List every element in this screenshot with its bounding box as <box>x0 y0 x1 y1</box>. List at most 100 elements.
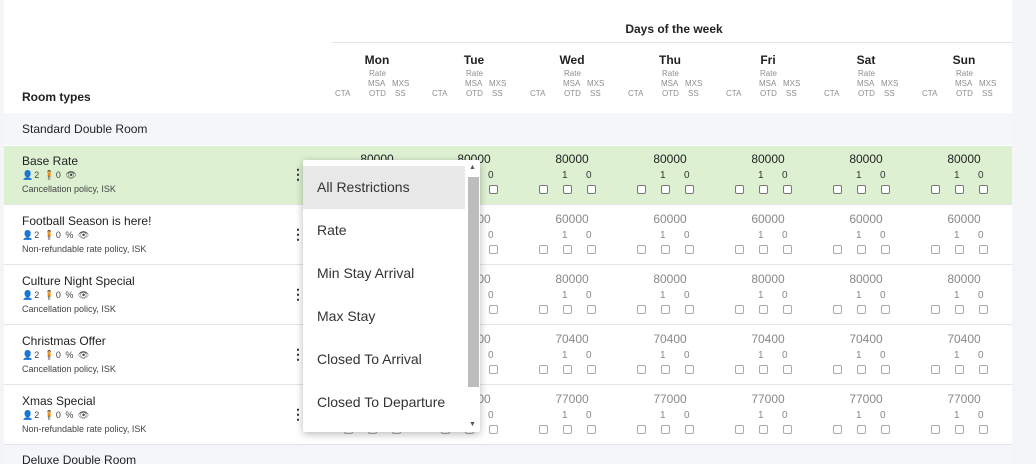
ctd-checkbox[interactable] <box>563 185 572 194</box>
day-cell[interactable]: 80000 1 0 <box>621 152 719 200</box>
dropdown-option[interactable]: Min Stay Arrival <box>303 252 465 295</box>
restrictions-dropdown[interactable]: All Restrictions Rate Min Stay Arrival Max … <box>303 160 480 432</box>
stop-sell-checkbox[interactable] <box>881 305 890 314</box>
min-stay-value[interactable]: 1 <box>856 170 862 181</box>
stop-sell-checkbox[interactable] <box>783 365 792 374</box>
ctd-checkbox[interactable] <box>661 185 670 194</box>
max-stay-value[interactable]: 0 <box>782 410 788 421</box>
max-stay-value[interactable]: 0 <box>684 350 690 361</box>
ctd-checkbox[interactable] <box>955 425 964 434</box>
day-cell[interactable]: 77000 1 0 <box>523 392 621 440</box>
cta-checkbox[interactable] <box>637 305 646 314</box>
max-stay-value[interactable]: 0 <box>880 350 886 361</box>
rate-value[interactable]: 80000 <box>719 152 817 166</box>
day-cell[interactable]: 60000 1 0 <box>817 212 915 260</box>
day-cell[interactable]: 77000 1 0 <box>621 392 719 440</box>
cta-checkbox[interactable] <box>833 425 842 434</box>
min-stay-value[interactable]: 1 <box>954 290 960 301</box>
cta-checkbox[interactable] <box>735 305 744 314</box>
day-cell[interactable]: 60000 1 0 <box>719 212 817 260</box>
min-stay-value[interactable]: 1 <box>660 290 666 301</box>
rate-value[interactable]: 70400 <box>523 332 621 346</box>
cta-checkbox[interactable] <box>833 245 842 254</box>
stop-sell-checkbox[interactable] <box>685 425 694 434</box>
max-stay-value[interactable]: 0 <box>586 230 592 241</box>
rate-value[interactable]: 60000 <box>719 212 817 226</box>
rate-value[interactable]: 80000 <box>915 272 1012 286</box>
ctd-checkbox[interactable] <box>955 305 964 314</box>
cta-checkbox[interactable] <box>637 425 646 434</box>
min-stay-value[interactable]: 1 <box>856 290 862 301</box>
cta-checkbox[interactable] <box>539 185 548 194</box>
ctd-checkbox[interactable] <box>955 365 964 374</box>
min-stay-value[interactable]: 1 <box>562 170 568 181</box>
ctd-checkbox[interactable] <box>563 425 572 434</box>
rate-value[interactable]: 77000 <box>621 392 719 406</box>
rate-plan-row[interactable]: Christmas Offer 👤2 🧍0 % 👁 Cancellation pol… <box>4 326 1012 385</box>
stop-sell-checkbox[interactable] <box>783 425 792 434</box>
day-cell[interactable]: 77000 1 0 <box>817 392 915 440</box>
rate-value[interactable]: 60000 <box>523 212 621 226</box>
rate-value[interactable]: 77000 <box>817 392 915 406</box>
scroll-down-arrow-icon[interactable]: ▼ <box>469 421 476 428</box>
day-cell[interactable]: 70400 1 0 <box>915 332 1012 380</box>
min-stay-value[interactable]: 1 <box>562 290 568 301</box>
rate-value[interactable]: 60000 <box>817 212 915 226</box>
rate-plan-row[interactable]: Culture Night Special 👤2 🧍0 % 👁 Cancellati… <box>4 266 1012 325</box>
stop-sell-checkbox[interactable] <box>783 245 792 254</box>
day-cell[interactable]: 80000 1 0 <box>523 152 621 200</box>
day-cell[interactable]: 77000 1 0 <box>719 392 817 440</box>
ctd-checkbox[interactable] <box>661 305 670 314</box>
stop-sell-checkbox[interactable] <box>587 245 596 254</box>
stop-sell-checkbox[interactable] <box>489 425 498 434</box>
cta-checkbox[interactable] <box>931 305 940 314</box>
day-cell[interactable]: 80000 1 0 <box>523 272 621 320</box>
stop-sell-checkbox[interactable] <box>979 305 988 314</box>
day-cell[interactable]: 80000 1 0 <box>621 272 719 320</box>
stop-sell-checkbox[interactable] <box>489 365 498 374</box>
rate-value[interactable]: 80000 <box>817 272 915 286</box>
ctd-checkbox[interactable] <box>759 305 768 314</box>
rate-value[interactable]: 70400 <box>915 332 1012 346</box>
max-stay-value[interactable]: 0 <box>684 290 690 301</box>
ctd-checkbox[interactable] <box>563 305 572 314</box>
stop-sell-checkbox[interactable] <box>587 365 596 374</box>
max-stay-value[interactable]: 0 <box>880 170 886 181</box>
cta-checkbox[interactable] <box>931 425 940 434</box>
max-stay-value[interactable]: 0 <box>978 410 984 421</box>
rate-value[interactable]: 80000 <box>817 152 915 166</box>
ctd-checkbox[interactable] <box>857 365 866 374</box>
day-cell[interactable]: 70400 1 0 <box>523 332 621 380</box>
cta-checkbox[interactable] <box>637 185 646 194</box>
min-stay-value[interactable]: 1 <box>856 350 862 361</box>
cta-checkbox[interactable] <box>735 365 744 374</box>
cta-checkbox[interactable] <box>637 245 646 254</box>
scroll-up-arrow-icon[interactable]: ▲ <box>469 164 476 171</box>
ctd-checkbox[interactable] <box>759 245 768 254</box>
day-cell[interactable]: 70400 1 0 <box>719 332 817 380</box>
max-stay-value[interactable]: 0 <box>586 410 592 421</box>
day-cell[interactable]: 80000 1 0 <box>817 152 915 200</box>
rate-value[interactable]: 77000 <box>719 392 817 406</box>
max-stay-value[interactable]: 0 <box>978 350 984 361</box>
max-stay-value[interactable]: 0 <box>684 230 690 241</box>
rate-value[interactable]: 77000 <box>523 392 621 406</box>
ctd-checkbox[interactable] <box>661 245 670 254</box>
min-stay-value[interactable]: 1 <box>660 350 666 361</box>
rate-value[interactable]: 80000 <box>719 272 817 286</box>
cta-checkbox[interactable] <box>735 245 744 254</box>
min-stay-value[interactable]: 1 <box>660 410 666 421</box>
max-stay-value[interactable]: 0 <box>586 170 592 181</box>
min-stay-value[interactable]: 1 <box>758 170 764 181</box>
stop-sell-checkbox[interactable] <box>685 245 694 254</box>
stop-sell-checkbox[interactable] <box>489 245 498 254</box>
min-stay-value[interactable]: 1 <box>660 170 666 181</box>
cta-checkbox[interactable] <box>833 185 842 194</box>
stop-sell-checkbox[interactable] <box>881 365 890 374</box>
cta-checkbox[interactable] <box>833 305 842 314</box>
ctd-checkbox[interactable] <box>857 425 866 434</box>
ctd-checkbox[interactable] <box>955 245 964 254</box>
stop-sell-checkbox[interactable] <box>881 245 890 254</box>
min-stay-value[interactable]: 1 <box>758 350 764 361</box>
min-stay-value[interactable]: 1 <box>758 230 764 241</box>
